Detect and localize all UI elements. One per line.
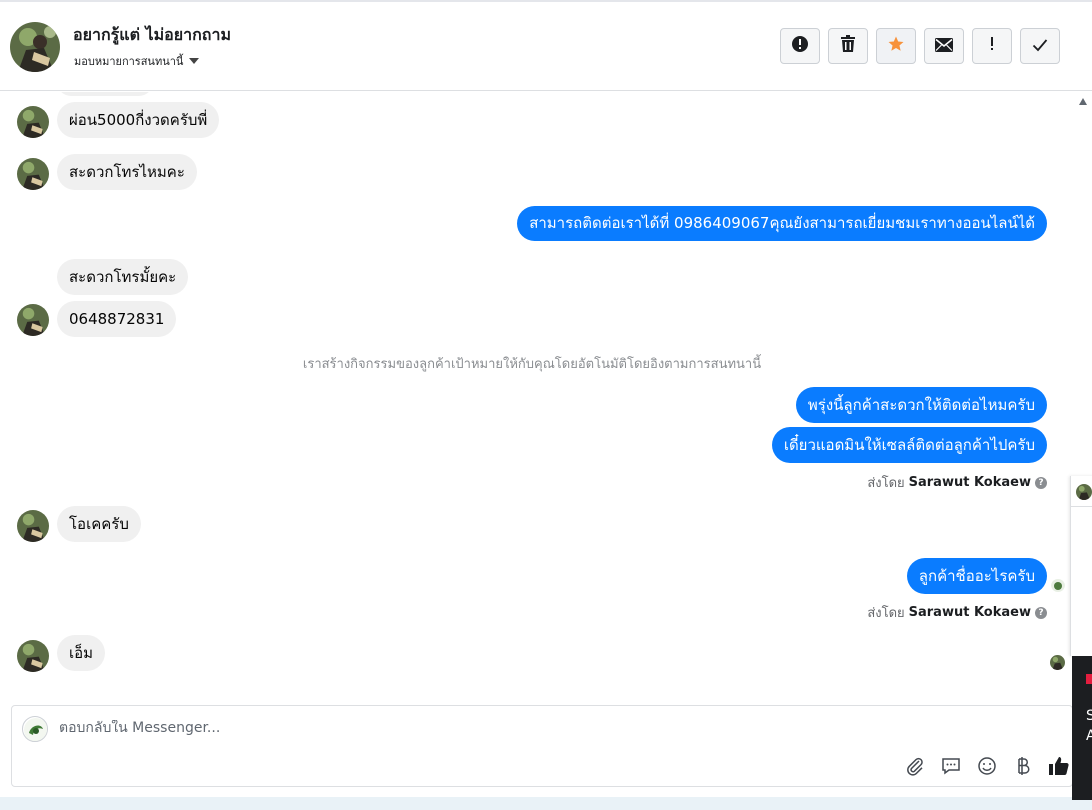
inbox-conversation-view: อยากรู้แต่ ไม่อยากถาม มอบหมายการสนทนานี้ bbox=[0, 0, 1092, 810]
contact-avatar-small bbox=[17, 158, 49, 190]
seen-contact-avatar-icon bbox=[1050, 655, 1065, 670]
incoming-message: ผ่อน5000กี่งวดครับพี่ bbox=[57, 102, 220, 138]
contact-avatar-small bbox=[17, 510, 49, 542]
assign-label: มอบหมายการสนทนานี้ bbox=[74, 55, 184, 68]
follow-up-button[interactable] bbox=[972, 28, 1012, 64]
contact-avatar-small bbox=[17, 640, 49, 672]
incoming-message: เอ็ม bbox=[57, 635, 106, 671]
sent-by-agent[interactable]: Sarawut Kokaew bbox=[909, 475, 1031, 490]
contact-avatar-small bbox=[17, 304, 49, 336]
incoming-message: โอเคครับ bbox=[57, 506, 141, 542]
system-notice: เราสร้างกิจกรรมของลูกค้าเป้าหมายให้กับคุ… bbox=[302, 357, 762, 372]
outgoing-message: ลูกค้าชื่ออะไรครับ bbox=[906, 558, 1047, 594]
star-button[interactable] bbox=[876, 28, 916, 64]
saved-reply-icon[interactable] bbox=[938, 754, 964, 778]
side-popover-card[interactable] bbox=[1070, 476, 1092, 656]
sent-by-prefix: ส่งโดย bbox=[867, 606, 905, 621]
trash-icon bbox=[840, 35, 856, 57]
conversation-header: อยากรู้แต่ ไม่อยากถาม มอบหมายการสนทนานี้ bbox=[0, 2, 1092, 91]
partial-message-bubble bbox=[57, 92, 153, 96]
contact-avatar-small bbox=[17, 106, 49, 138]
sent-by-label: ส่งโดย Sarawut Kokaew ? bbox=[867, 602, 1047, 623]
sent-by-label: ส่งโดย Sarawut Kokaew ? bbox=[867, 472, 1047, 493]
conversation-toolbar bbox=[780, 28, 1060, 64]
contact-name: อยากรู้แต่ ไม่อยากถาม bbox=[73, 25, 231, 44]
mark-unread-button[interactable] bbox=[924, 28, 964, 64]
incoming-message: 0648872831 bbox=[57, 301, 177, 337]
divider bbox=[1071, 506, 1092, 507]
toast-text-line-2: A bbox=[1086, 728, 1092, 744]
mail-icon bbox=[935, 37, 953, 56]
reply-composer bbox=[11, 705, 1073, 787]
toast-text-line-1: S bbox=[1086, 708, 1092, 724]
star-icon bbox=[887, 35, 905, 57]
contact-avatar[interactable] bbox=[10, 22, 60, 72]
like-icon[interactable] bbox=[1046, 754, 1072, 778]
alert-icon bbox=[1086, 674, 1092, 684]
side-toast-panel[interactable]: S A bbox=[1072, 656, 1092, 800]
check-icon bbox=[1032, 37, 1048, 56]
exclamation-icon bbox=[989, 35, 995, 57]
sent-by-agent[interactable]: Sarawut Kokaew bbox=[909, 605, 1031, 620]
outgoing-message: สามารถติดต่อเราได้ที่ 0986409067คุณยังสา… bbox=[517, 206, 1047, 241]
help-icon[interactable]: ? bbox=[1035, 606, 1047, 619]
report-spam-button[interactable] bbox=[780, 28, 820, 64]
chevron-down-icon bbox=[189, 58, 200, 64]
sent-by-prefix: ส่งโดย bbox=[867, 476, 905, 491]
baht-icon[interactable] bbox=[1010, 754, 1036, 778]
seen-page-avatar-icon bbox=[1051, 578, 1065, 592]
assign-conversation-dropdown[interactable]: มอบหมายการสนทนานี้ bbox=[74, 52, 200, 70]
delete-button[interactable] bbox=[828, 28, 868, 64]
mark-done-button[interactable] bbox=[1020, 28, 1060, 64]
contact-avatar-icon bbox=[1076, 484, 1092, 500]
report-icon bbox=[791, 35, 809, 57]
help-icon[interactable]: ? bbox=[1035, 476, 1047, 489]
reply-input[interactable] bbox=[59, 720, 759, 736]
outgoing-message: เดี๋ยวแอดมินให้เซลล์ติดต่อลูกค้าไปครับ bbox=[771, 427, 1047, 463]
incoming-message: สะดวกโทรไหมคะ bbox=[57, 154, 197, 190]
scroll-up-arrow-icon[interactable] bbox=[1079, 98, 1087, 105]
bottom-strip bbox=[0, 797, 1092, 810]
page-logo-icon bbox=[22, 716, 48, 742]
attachment-icon[interactable] bbox=[902, 754, 928, 778]
message-thread[interactable]: ผ่อน5000กี่งวดครับพี่ สะดวกโทรไหมคะ สามา… bbox=[0, 92, 1070, 702]
outgoing-message: พรุ่งนี้ลูกค้าสะดวกให้ติดต่อไหมครับ bbox=[795, 387, 1047, 423]
composer-tools bbox=[902, 754, 1072, 778]
emoji-icon[interactable] bbox=[974, 754, 1000, 778]
incoming-message: สะดวกโทรมั้ยคะ bbox=[57, 259, 189, 295]
